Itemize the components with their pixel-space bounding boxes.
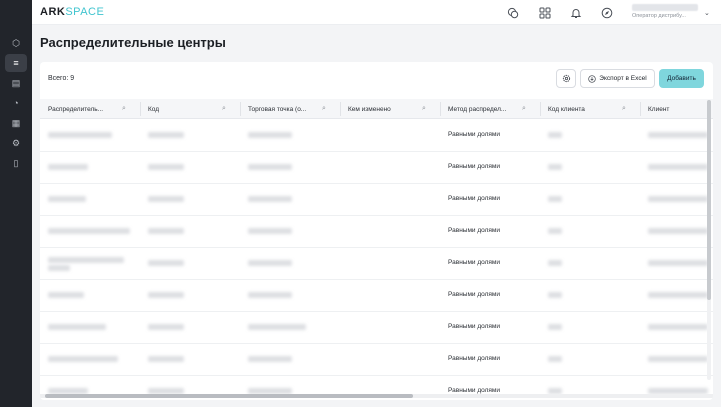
table-row[interactable]: Равными долями (40, 120, 713, 152)
database-icon: ≡ (13, 58, 19, 68)
table-row[interactable]: Равными долями (40, 344, 713, 376)
sidebar-item-chart[interactable]: ◔ (5, 94, 27, 112)
app-logo[interactable]: ARKSPACE (40, 6, 104, 18)
horizontal-scroll-thumb[interactable] (45, 394, 413, 398)
search-icon[interactable]: ⌕ (222, 105, 226, 113)
settings-icon: ⚙ (11, 137, 21, 148)
user-role: Оператор дистрибу... (632, 13, 686, 19)
add-button[interactable]: Добавить (659, 69, 704, 88)
column-header[interactable]: Код ⌕ (140, 99, 240, 119)
apps-grid-icon[interactable] (538, 6, 552, 20)
distribution-method: Равными долями (448, 291, 501, 298)
search-icon[interactable]: ⌕ (622, 105, 626, 113)
page-title: Распределительные центры (40, 35, 226, 50)
distribution-method: Равными долями (448, 259, 501, 266)
distribution-method: Равными долями (448, 131, 501, 138)
bell-icon[interactable] (569, 6, 583, 20)
book-icon: ▯ (13, 157, 19, 168)
table-row[interactable]: Равными долями (40, 248, 713, 280)
horizontal-scrollbar[interactable] (40, 394, 713, 398)
column-header[interactable]: Код клиента ⌕ (540, 99, 640, 119)
download-icon (588, 74, 596, 83)
compass-icon[interactable] (600, 6, 614, 20)
column-settings-button[interactable] (556, 69, 576, 88)
cube-icon: ⬡ (12, 37, 20, 48)
column-header[interactable]: Метод распредел... ⌕ (440, 99, 540, 119)
distribution-method: Равными долями (448, 163, 501, 170)
search-icon[interactable]: ⌕ (422, 105, 426, 113)
distribution-method: Равными долями (448, 323, 501, 330)
distribution-method: Равными долями (448, 227, 501, 234)
total-count: Всего: 9 (48, 75, 75, 82)
vertical-scroll-thumb[interactable] (707, 100, 711, 300)
chevron-down-icon[interactable]: ⌄ (704, 9, 710, 17)
column-header[interactable]: Распределитель... ⌕ (40, 99, 140, 119)
export-excel-button[interactable]: Экспорт в Excel (580, 69, 655, 88)
column-header[interactable]: Торговая точка (о... ⌕ (240, 99, 340, 119)
chart-pie-icon: ◔ (13, 98, 19, 108)
column-header[interactable]: Кем изменено ⌕ (340, 99, 440, 119)
distribution-method: Равными долями (448, 387, 501, 394)
sidebar-item-database[interactable]: ≡ (5, 54, 27, 72)
settings-icon (562, 74, 570, 83)
search-icon[interactable]: ⌕ (522, 105, 526, 113)
column-header[interactable]: Клиент (640, 99, 713, 119)
table-row[interactable]: Равными долями (40, 184, 713, 216)
distribution-method: Равными долями (448, 355, 501, 362)
user-name-redacted (632, 4, 698, 11)
panel-icon: ▤ (11, 77, 21, 88)
support-icon[interactable] (506, 6, 520, 20)
vertical-scrollbar[interactable] (707, 100, 711, 380)
sidebar: ⬡ ≡ ▤ ◔ ▦ ⚙ ▯ (0, 0, 32, 407)
sidebar-item-settings[interactable]: ⚙ (5, 134, 27, 152)
top-bar: ARKSPACE Оператор дистрибу... ⌄ (32, 0, 721, 25)
search-icon[interactable]: ⌕ (122, 105, 126, 113)
sidebar-item-panel[interactable]: ▤ (5, 74, 27, 92)
sidebar-item-layers[interactable]: ▦ (5, 114, 27, 132)
content-card: Всего: 9 Экспорт в Excel Добавить Распре… (40, 62, 713, 400)
table-header: Распределитель... ⌕ Код ⌕ Торговая точка (… (40, 99, 713, 119)
distribution-method: Равными долями (448, 195, 501, 202)
sidebar-item-book[interactable]: ▯ (5, 154, 27, 172)
search-icon[interactable]: ⌕ (322, 105, 326, 113)
layers-icon: ▦ (11, 117, 21, 128)
table-row[interactable]: Равными долями (40, 152, 713, 184)
sidebar-item-cube[interactable]: ⬡ (5, 34, 27, 52)
table-row[interactable]: Равными долями (40, 312, 713, 344)
table-row[interactable]: Равными долями (40, 280, 713, 312)
table-row[interactable]: Равными долями (40, 216, 713, 248)
